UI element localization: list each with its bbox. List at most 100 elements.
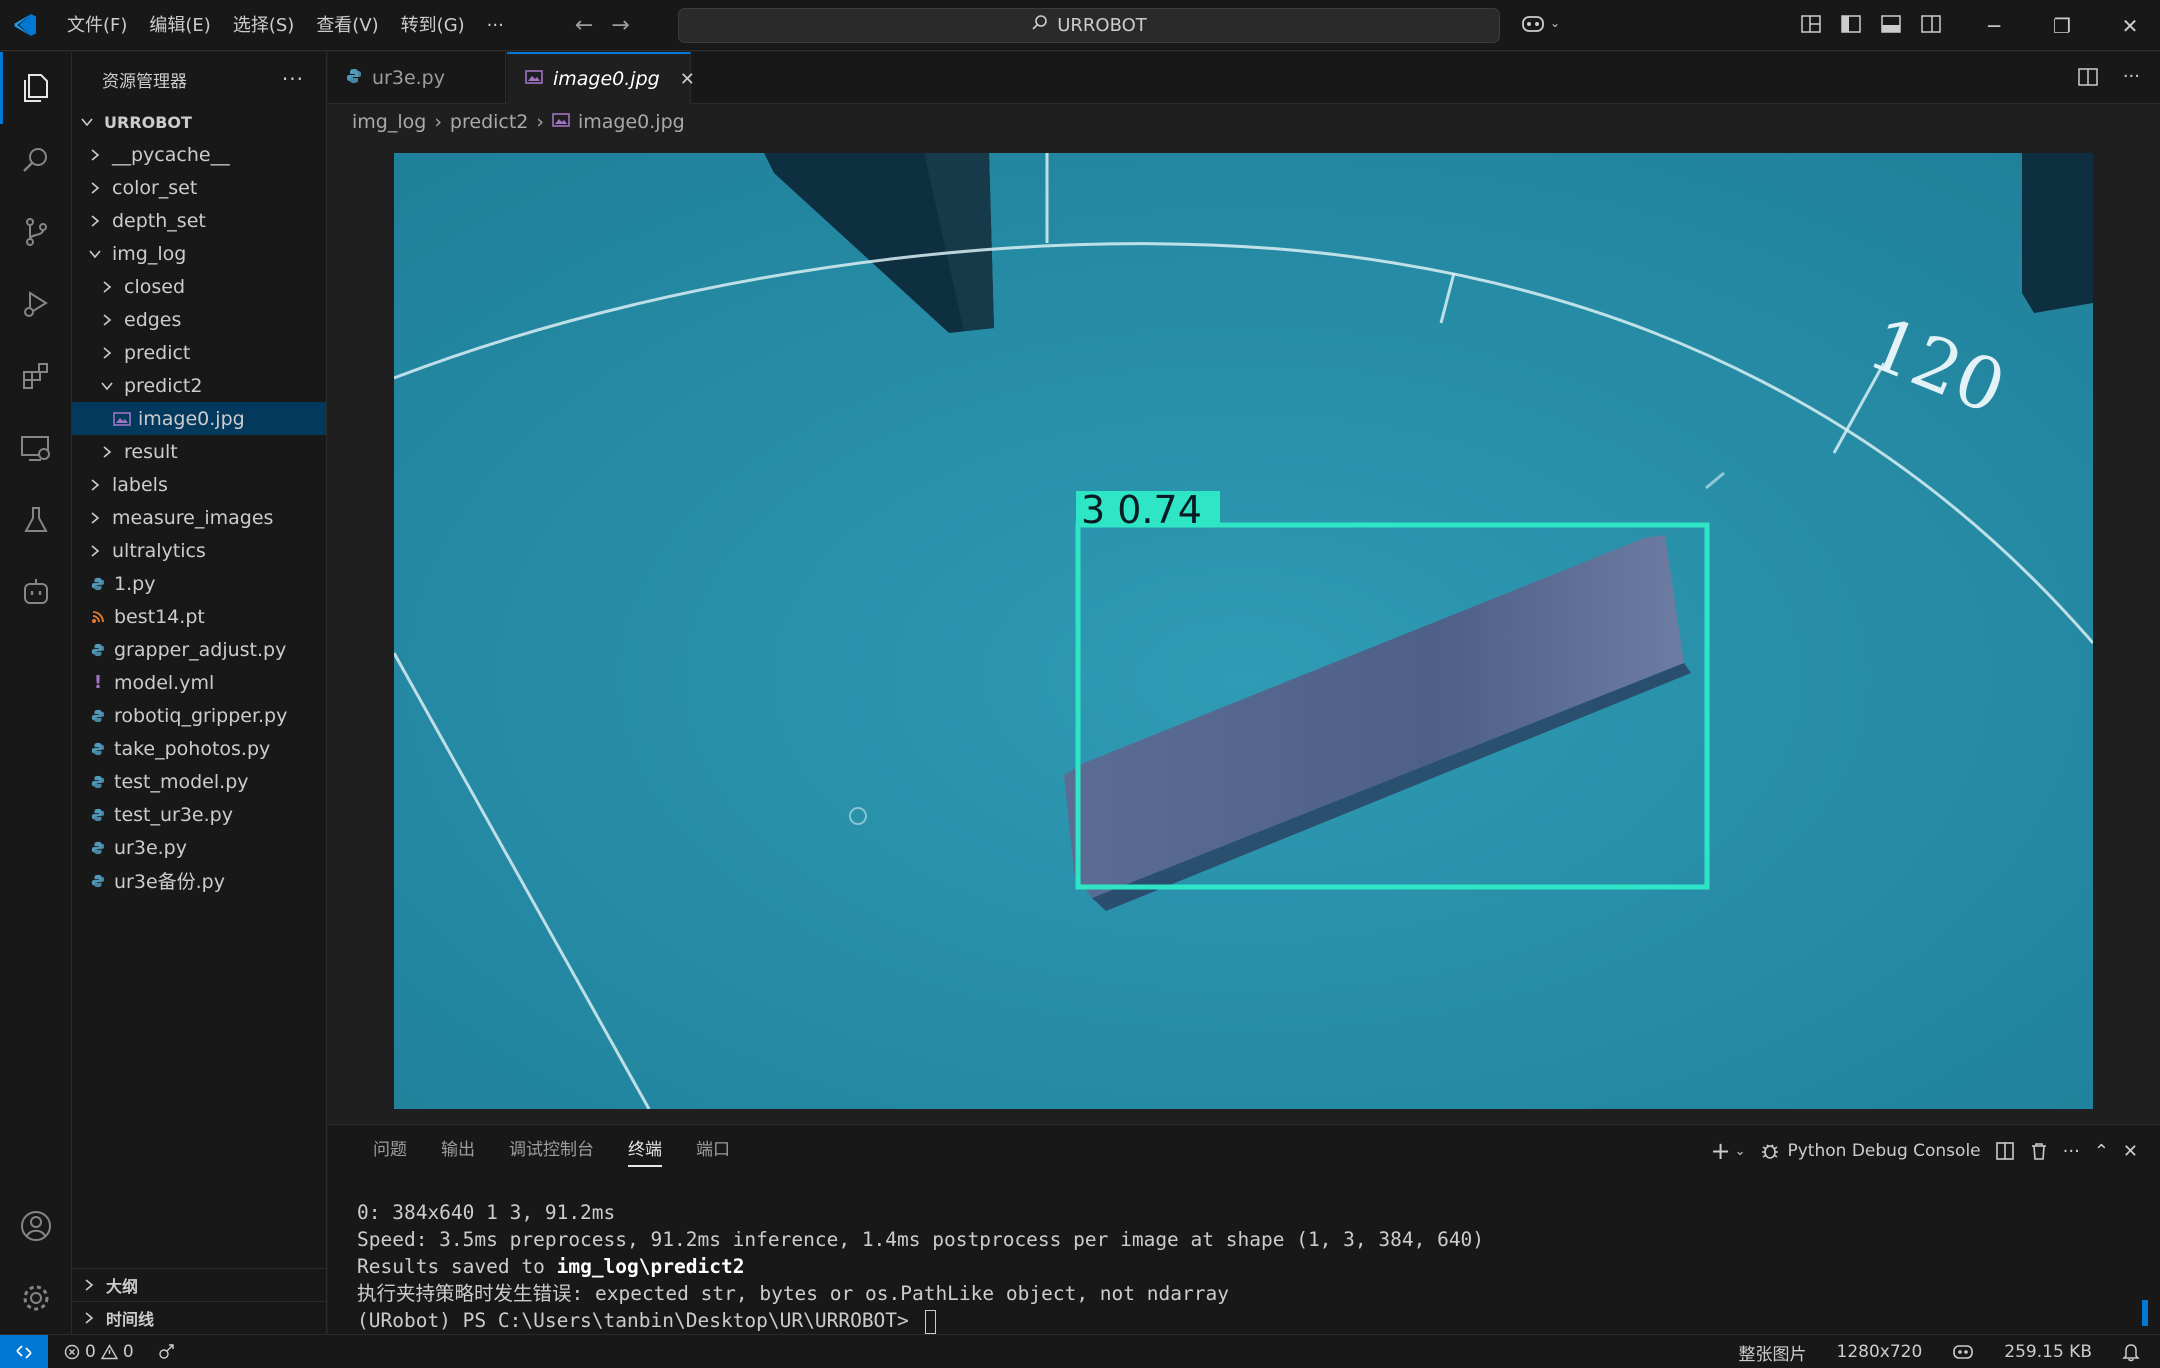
explorer-title: 资源管理器 (102, 71, 187, 92)
menu-item[interactable]: 选择(S) (222, 0, 305, 51)
copilot-chat-icon[interactable] (0, 556, 72, 628)
python-file-icon (88, 874, 108, 888)
folder-item[interactable]: img_log (72, 237, 326, 270)
run-debug-icon[interactable] (0, 268, 72, 340)
menu-item[interactable]: 编辑(E) (138, 0, 221, 51)
new-terminal-icon[interactable]: + (1710, 1137, 1730, 1165)
toggle-secondary-sidebar-icon[interactable] (1920, 13, 1942, 35)
notifications-bell-icon[interactable] (2122, 1342, 2140, 1362)
image-file-size: 259.15 KB (2004, 1342, 2092, 1362)
chevron-right-icon (98, 280, 116, 294)
panel-tab[interactable]: 输出 (424, 1125, 492, 1175)
remote-explorer-icon[interactable] (0, 412, 72, 484)
folder-item[interactable]: result (72, 435, 326, 468)
folder-item[interactable]: ultralytics (72, 534, 326, 567)
menu-overflow-button[interactable]: ··· (476, 0, 515, 51)
menu-item[interactable]: 文件(F) (56, 0, 138, 51)
image-preview[interactable]: 120 3 0.74 (394, 153, 2093, 1109)
rss-file-icon (88, 610, 108, 624)
terminal-prompt-line: (URobot) PS C:\Users\tanbin\Desktop\UR\U… (357, 1307, 1484, 1334)
breadcrumb-item[interactable]: image0.jpg (578, 111, 685, 133)
chevron-down-icon[interactable]: ⌄ (1735, 1144, 1746, 1159)
folder-item[interactable]: depth_set (72, 204, 326, 237)
command-center-search[interactable]: URROBOT (678, 8, 1500, 43)
folder-item[interactable]: color_set (72, 171, 326, 204)
chevron-down-icon (78, 115, 96, 129)
folder-item[interactable]: predict (72, 336, 326, 369)
tab-image0-jpg[interactable]: image0.jpg ✕ (507, 52, 695, 104)
timeline-section[interactable]: 时间线 (72, 1301, 327, 1334)
panel-tab[interactable]: 端口 (679, 1125, 747, 1175)
restore-button[interactable]: ❐ (2028, 0, 2096, 51)
panel-tab[interactable]: 终端 (611, 1125, 679, 1175)
menu-item[interactable]: 转到(G) (390, 0, 476, 51)
file-item[interactable]: image0.jpg (72, 402, 326, 435)
file-item[interactable]: robotiq_gripper.py (72, 699, 326, 732)
settings-gear-icon[interactable] (0, 1262, 72, 1334)
panel-more-icon[interactable]: ··· (2063, 1141, 2080, 1162)
split-terminal-icon[interactable] (1995, 1141, 2015, 1161)
file-item[interactable]: test_ur3e.py (72, 798, 326, 831)
testing-icon[interactable] (0, 484, 72, 556)
error-icon (64, 1344, 80, 1359)
forward-arrow-icon[interactable]: → (611, 13, 629, 38)
folder-item[interactable]: __pycache__ (72, 138, 326, 171)
errors-indicator[interactable]: 0 0 (64, 1342, 134, 1362)
file-item[interactable]: ur3e备份.py (72, 864, 326, 897)
breadcrumb-item[interactable]: img_log (352, 111, 426, 133)
search-view-icon[interactable] (0, 124, 72, 196)
toggle-primary-sidebar-icon[interactable] (1840, 13, 1862, 35)
file-item[interactable]: best14.pt (72, 600, 326, 633)
close-window-button[interactable]: ✕ (2096, 0, 2160, 51)
breadcrumb-item[interactable]: predict2 (450, 111, 528, 133)
accounts-icon[interactable] (0, 1190, 72, 1262)
workspace-root[interactable]: URROBOT (72, 106, 326, 138)
trash-icon[interactable] (2029, 1141, 2049, 1161)
terminal-scrollbar[interactable] (2142, 1300, 2148, 1326)
file-item[interactable]: 1.py (72, 567, 326, 600)
folder-item[interactable]: edges (72, 303, 326, 336)
explorer-icon[interactable] (0, 52, 72, 124)
menu-item[interactable]: 查看(V) (305, 0, 389, 51)
python-file-icon (88, 775, 108, 789)
minimize-button[interactable]: ─ (1960, 0, 2028, 51)
close-tab-icon[interactable]: ✕ (680, 69, 695, 90)
more-actions-icon[interactable]: ··· (282, 67, 304, 91)
folder-item[interactable]: predict2 (72, 369, 326, 402)
back-arrow-icon[interactable]: ← (575, 13, 593, 38)
file-item[interactable]: take_pohotos.py (72, 732, 326, 765)
debug-console-button[interactable]: Python Debug Console (1760, 1141, 1981, 1161)
maximize-panel-icon[interactable]: ⌃ (2094, 1141, 2109, 1162)
panel-tab[interactable]: 问题 (356, 1125, 424, 1175)
chevron-right-icon (86, 214, 104, 228)
editor-more-actions-icon[interactable]: ··· (2123, 66, 2140, 88)
chevron-down-icon: ⌄ (1550, 16, 1561, 30)
file-item[interactable]: ur3e.py (72, 831, 326, 864)
toggle-panel-icon[interactable] (1880, 13, 1902, 35)
image-file-icon (112, 411, 132, 427)
image-zoom-mode[interactable]: 整张图片 (1739, 1340, 1807, 1365)
file-item[interactable]: test_model.py (72, 765, 326, 798)
copilot-status-icon[interactable] (1952, 1343, 1974, 1361)
close-panel-icon[interactable]: ✕ (2123, 1141, 2138, 1162)
remote-indicator-icon[interactable] (0, 1334, 48, 1368)
python-file-icon (346, 67, 362, 89)
source-control-icon[interactable] (0, 196, 72, 268)
search-icon (1031, 14, 1049, 37)
folder-item[interactable]: labels (72, 468, 326, 501)
file-item[interactable]: ! model.yml (72, 666, 326, 699)
panel-tab[interactable]: 调试控制台 (492, 1125, 611, 1175)
terminal-output[interactable]: 0: 384x640 1 3, 91.2ms Speed: 3.5ms prepr… (357, 1199, 1484, 1334)
file-item[interactable]: grapper_adjust.py (72, 633, 326, 666)
split-editor-icon[interactable] (2077, 66, 2099, 88)
folder-item[interactable]: closed (72, 270, 326, 303)
warning-icon (100, 1343, 118, 1359)
tab-ur3e-py[interactable]: ur3e.py (328, 52, 506, 104)
customize-layout-icon[interactable] (1800, 13, 1822, 35)
extensions-icon[interactable] (0, 340, 72, 412)
editor-tabs: ur3e.py image0.jpg ✕ ··· (328, 52, 2160, 104)
outline-section[interactable]: 大纲 (72, 1268, 327, 1301)
port-forward-icon[interactable] (156, 1342, 178, 1362)
copilot-menu-button[interactable]: ⌄ (1520, 12, 1560, 34)
folder-item[interactable]: measure_images (72, 501, 326, 534)
